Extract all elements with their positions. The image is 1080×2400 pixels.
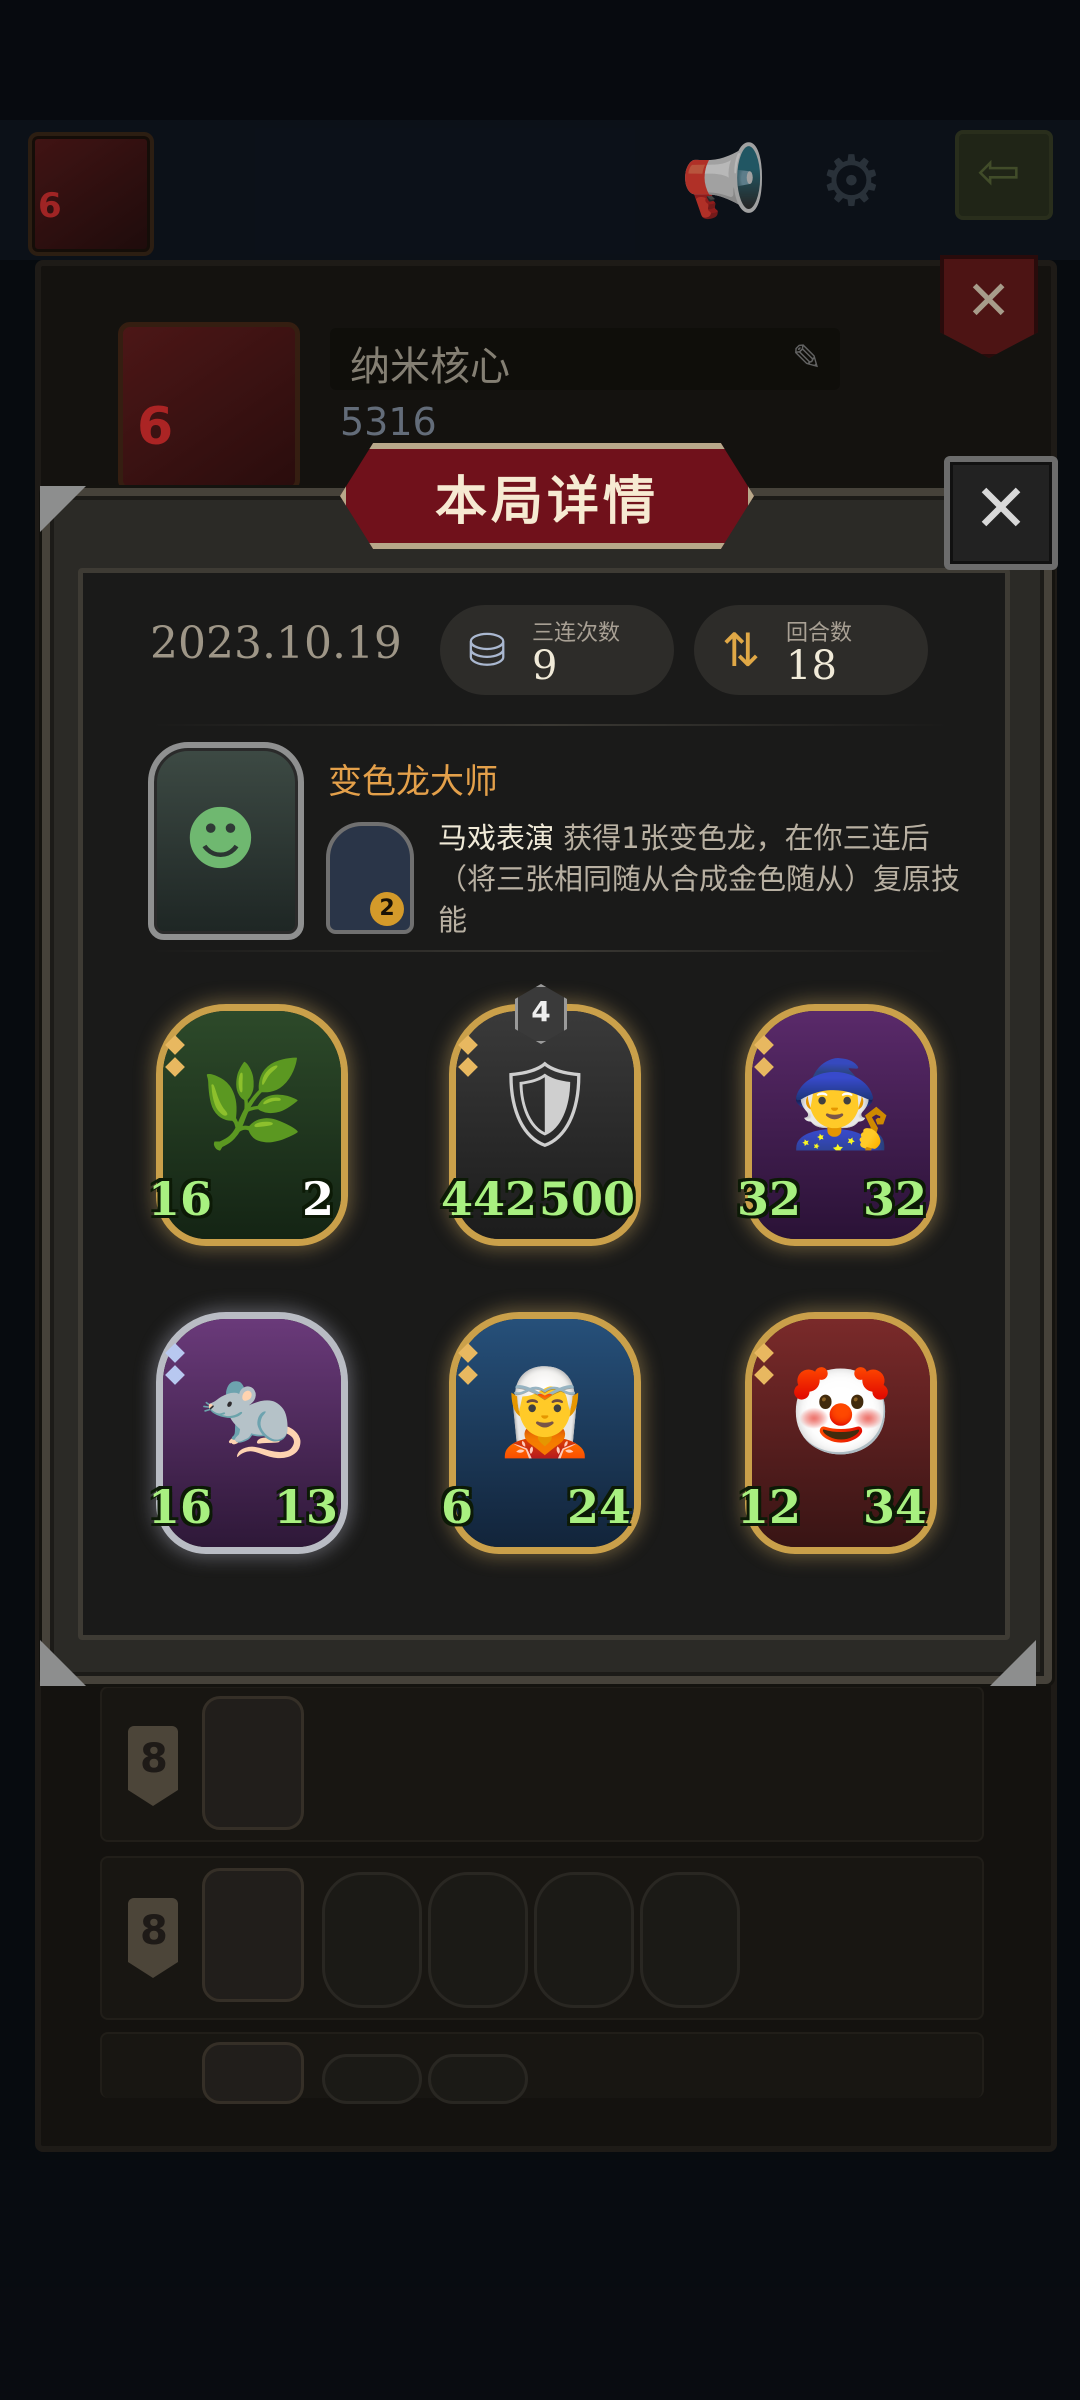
- unit-attack: 32: [737, 1172, 802, 1226]
- unit-tier: 4: [531, 995, 551, 1028]
- knight-icon: 🛡: [491, 1055, 599, 1153]
- unit-health: 2: [302, 1172, 335, 1226]
- triples-value: 9: [532, 643, 558, 689]
- unit-health: 34: [863, 1480, 928, 1534]
- unit-attack: 16: [148, 1480, 213, 1534]
- unit-health: 32: [863, 1172, 928, 1226]
- unit-attack: 12: [737, 1480, 802, 1534]
- skill-cost: 2: [370, 892, 404, 926]
- section-divider: [150, 724, 950, 726]
- section-divider: [150, 950, 950, 952]
- cycle-arrows-icon: ⇅: [721, 623, 761, 677]
- plant-icon: 🌿: [199, 1055, 305, 1153]
- rounds-stat: ⇅ 回合数 18: [694, 605, 928, 695]
- chameleon-hero-icon: ☻: [184, 798, 257, 880]
- clown-icon: 🤡: [788, 1363, 894, 1461]
- unit-attack: 6: [441, 1480, 474, 1534]
- skill-name: 马戏表演: [438, 821, 555, 855]
- unit-attack: 16: [148, 1172, 213, 1226]
- unit-health: 24: [567, 1480, 632, 1534]
- unit-attack: 442: [441, 1172, 538, 1226]
- unit-health: 13: [274, 1480, 339, 1534]
- modal-close-button[interactable]: ✕: [944, 456, 1058, 570]
- elf-icon: 🧝: [492, 1363, 598, 1461]
- unit-health: 500: [539, 1172, 636, 1226]
- hero-skill-icon[interactable]: 2: [326, 822, 414, 934]
- match-date: 2023.10.19: [150, 618, 402, 669]
- skill-description: 马戏表演 获得1张变色龙，在你三连后（将三张相同随从合成金色随从）复原技能: [438, 818, 986, 941]
- rat-icon: 🐀: [199, 1363, 305, 1461]
- hero-portrait[interactable]: ☻: [148, 742, 304, 940]
- modal-title-banner: 本局详情: [340, 443, 754, 549]
- triples-stat: ⛁ 三连次数 9: [440, 605, 674, 695]
- triple-stack-icon: ⛁: [467, 623, 507, 677]
- wizard-icon: 🧙: [788, 1055, 894, 1153]
- hero-name: 变色龙大师: [328, 762, 498, 802]
- close-icon: ✕: [973, 470, 1029, 547]
- rounds-value: 18: [786, 643, 837, 689]
- modal-title: 本局详情: [434, 472, 659, 532]
